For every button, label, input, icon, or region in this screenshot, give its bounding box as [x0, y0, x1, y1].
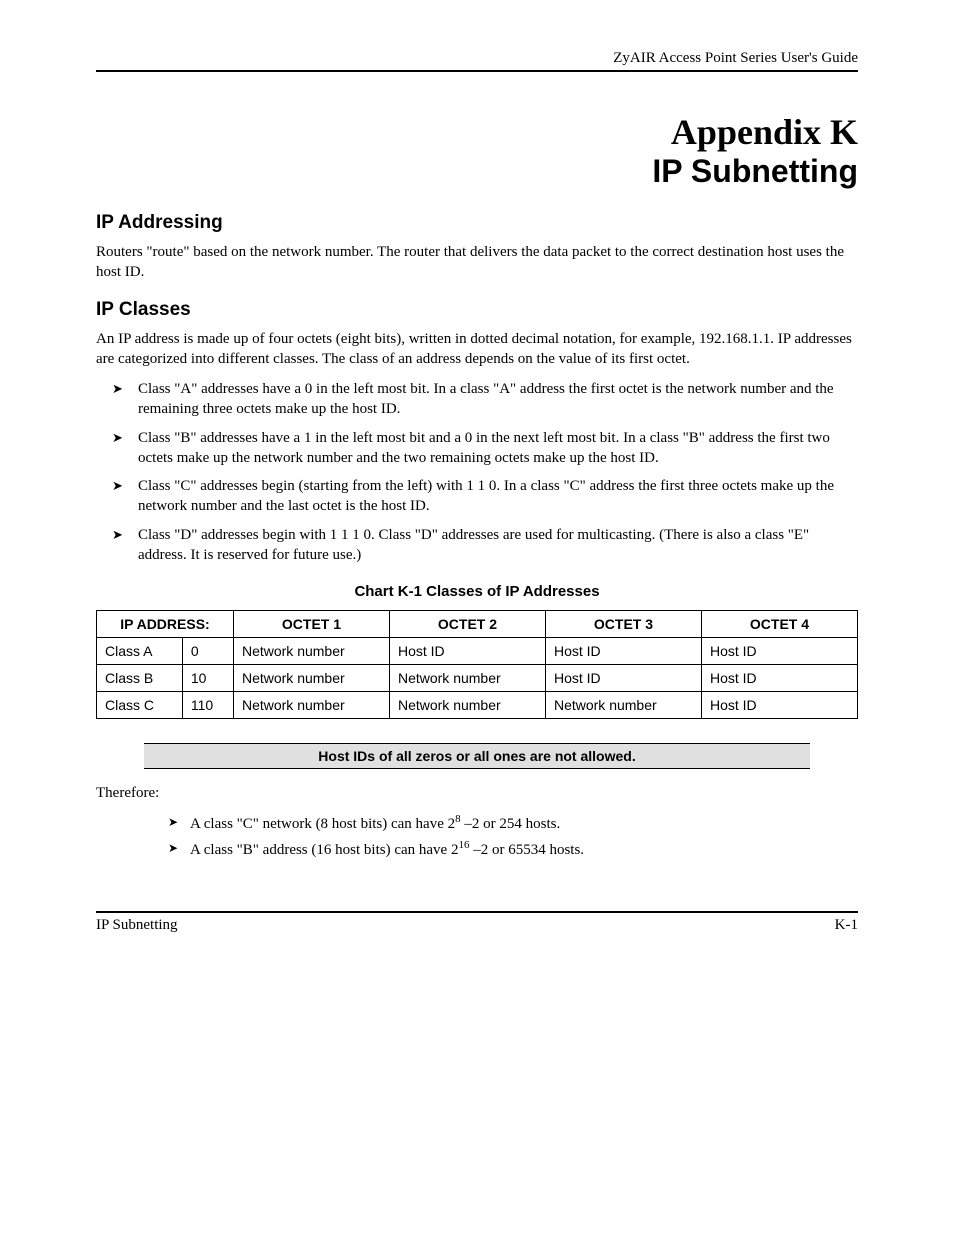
- therefore-text: A class "B" address (16 host bits) can h…: [190, 842, 458, 858]
- table-cell: Class B: [97, 665, 183, 692]
- footer-left: IP Subnetting: [96, 917, 178, 934]
- table-header: OCTET 1: [233, 611, 389, 638]
- therefore-list: A class "C" network (8 host bits) can ha…: [96, 813, 858, 859]
- list-item: Class "B" addresses have a 1 in the left…: [120, 428, 858, 469]
- table-cell: Host ID: [545, 638, 701, 665]
- table-cell: Network number: [389, 692, 545, 719]
- therefore-text: –2 or 65534 hosts.: [469, 842, 584, 858]
- ip-classes-list: Class "A" addresses have a 0 in the left…: [96, 379, 858, 565]
- ip-classes-table: IP ADDRESS: OCTET 1 OCTET 2 OCTET 3 OCTE…: [96, 610, 858, 719]
- exponent: 16: [458, 839, 469, 851]
- table-cell: 0: [182, 638, 233, 665]
- footer-bar: IP Subnetting K-1: [96, 911, 858, 934]
- title-line1: Appendix K: [96, 112, 858, 153]
- table-cell: Network number: [545, 692, 701, 719]
- note-box: Host IDs of all zeros or all ones are no…: [144, 743, 810, 769]
- therefore-text: –2 or 254 hosts.: [461, 816, 561, 832]
- heading-ip-addressing: IP Addressing: [96, 212, 858, 234]
- therefore-text: A class "C" network (8 host bits) can ha…: [190, 816, 455, 832]
- therefore-label: Therefore:: [96, 783, 858, 803]
- list-item: Class "C" addresses begin (starting from…: [120, 476, 858, 517]
- title-line2: IP Subnetting: [96, 153, 858, 190]
- page-title: Appendix K IP Subnetting: [96, 112, 858, 190]
- table-cell: Network number: [233, 692, 389, 719]
- header-text: ZyAIR Access Point Series User's Guide: [613, 50, 858, 66]
- table-header: OCTET 3: [545, 611, 701, 638]
- table-cell: Host ID: [701, 692, 857, 719]
- table-row: Class B 10 Network number Network number…: [97, 665, 858, 692]
- table-header: IP ADDRESS:: [97, 611, 234, 638]
- list-item: A class "C" network (8 host bits) can ha…: [168, 813, 858, 833]
- para-ip-classes: An IP address is made up of four octets …: [96, 329, 858, 370]
- table-cell: Class A: [97, 638, 183, 665]
- list-item: Class "D" addresses begin with 1 1 1 0. …: [120, 525, 858, 566]
- table-cell: Class C: [97, 692, 183, 719]
- table-row: Class A 0 Network number Host ID Host ID…: [97, 638, 858, 665]
- para-ip-addressing: Routers "route" based on the network num…: [96, 242, 858, 283]
- table-row: Class C 110 Network number Network numbe…: [97, 692, 858, 719]
- list-item: Class "A" addresses have a 0 in the left…: [120, 379, 858, 420]
- table-cell: Network number: [233, 665, 389, 692]
- table-cell: Host ID: [701, 665, 857, 692]
- footer-right: K-1: [835, 917, 858, 934]
- table-header: OCTET 2: [389, 611, 545, 638]
- table-header: OCTET 4: [701, 611, 857, 638]
- table-cell: Network number: [233, 638, 389, 665]
- header-bar: ZyAIR Access Point Series User's Guide: [96, 50, 858, 72]
- table-cell: 10: [182, 665, 233, 692]
- list-item: A class "B" address (16 host bits) can h…: [168, 839, 858, 859]
- table-cell: Network number: [389, 665, 545, 692]
- heading-ip-classes: IP Classes: [96, 299, 858, 321]
- table-cell: 110: [182, 692, 233, 719]
- table-cell: Host ID: [545, 665, 701, 692]
- table-header-row: IP ADDRESS: OCTET 1 OCTET 2 OCTET 3 OCTE…: [97, 611, 858, 638]
- chart-title: Chart K-1 Classes of IP Addresses: [96, 583, 858, 600]
- table-cell: Host ID: [389, 638, 545, 665]
- table-cell: Host ID: [701, 638, 857, 665]
